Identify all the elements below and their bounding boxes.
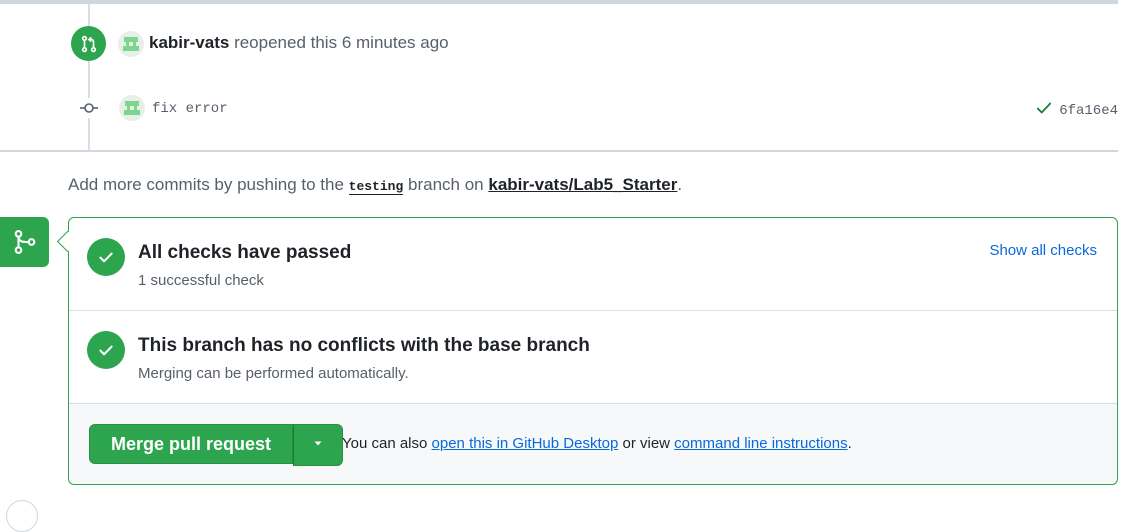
- git-merge-icon: [0, 217, 49, 267]
- commit-status: 6fa16e4: [1035, 99, 1118, 122]
- avatar[interactable]: [119, 95, 145, 121]
- push-hint: Add more commits by pushing to the testi…: [68, 175, 682, 195]
- reopen-event-text: kabir-vats reopened this 6 minutes ago: [149, 33, 449, 53]
- event-time[interactable]: 6 minutes ago: [342, 33, 449, 52]
- timeline-divider: [0, 150, 1118, 152]
- push-hint-suffix: .: [677, 175, 683, 194]
- git-commit-icon: [79, 98, 99, 118]
- git-pull-request-icon: [71, 26, 106, 61]
- checks-title: All checks have passed: [138, 242, 352, 263]
- conflicts-section: This branch has no conflicts with the ba…: [69, 311, 1117, 404]
- top-divider: [0, 0, 1118, 4]
- push-hint-prefix: Add more commits by pushing to the: [68, 175, 344, 194]
- commit-message-link[interactable]: fix error: [152, 101, 228, 117]
- triangle-down-icon: [312, 436, 324, 454]
- also-suffix: .: [847, 435, 852, 452]
- repo-link[interactable]: kabir-vats/Lab5_Starter: [488, 175, 677, 194]
- event-user-link[interactable]: kabir-vats: [149, 33, 229, 52]
- check-circle-icon: [87, 331, 125, 369]
- event-action: reopened this: [234, 33, 338, 52]
- show-all-checks-link[interactable]: Show all checks: [989, 242, 1097, 259]
- avatar[interactable]: [118, 31, 144, 57]
- merge-alternatives-text: You can also open this in GitHub Desktop…: [342, 435, 852, 452]
- command-line-instructions-link[interactable]: command line instructions: [674, 435, 847, 452]
- check-icon[interactable]: [1035, 99, 1053, 122]
- commit-sha-link[interactable]: 6fa16e4: [1059, 103, 1118, 119]
- branch-name[interactable]: testing: [348, 179, 404, 195]
- conflicts-title: This branch has no conflicts with the ba…: [138, 335, 590, 356]
- merge-box: All checks have passed 1 successful chec…: [68, 217, 1118, 485]
- or-view-text: or view: [622, 435, 670, 452]
- checks-section: All checks have passed 1 successful chec…: [69, 218, 1117, 311]
- checks-subtitle: 1 successful check: [138, 272, 264, 289]
- merge-pull-request-button[interactable]: Merge pull request: [89, 424, 294, 464]
- github-desktop-link[interactable]: open this in GitHub Desktop: [432, 435, 619, 452]
- avatar: [6, 500, 38, 532]
- merge-action-section: Merge pull request You can also open thi…: [69, 404, 1117, 484]
- merge-options-dropdown[interactable]: [293, 424, 344, 466]
- also-prefix: You can also: [342, 435, 428, 452]
- merge-button-group: Merge pull request: [89, 424, 344, 466]
- conflicts-subtitle: Merging can be performed automatically.: [138, 365, 409, 382]
- check-circle-icon: [87, 238, 125, 276]
- push-hint-middle: branch on: [408, 175, 484, 194]
